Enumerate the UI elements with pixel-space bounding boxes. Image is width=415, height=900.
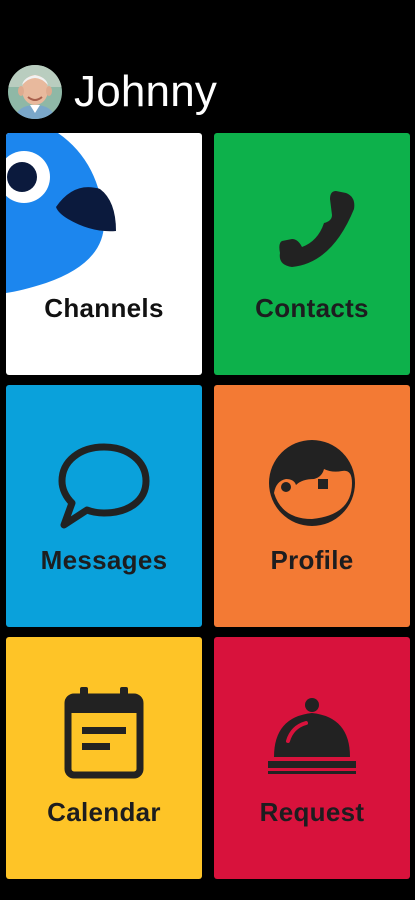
tile-label-request: Request [259,797,365,827]
service-bell-icon [268,698,356,774]
user-header: Johnny [8,64,217,120]
tile-messages[interactable]: Messages [6,385,202,627]
tile-label-messages: Messages [40,545,168,575]
tile-label-channels: Channels [44,293,164,323]
avatar[interactable] [8,65,62,119]
tile-profile[interactable]: Profile [214,385,410,627]
tile-request[interactable]: Request [214,637,410,879]
tile-contacts[interactable]: Contacts [214,133,410,375]
tile-calendar[interactable]: Calendar [6,637,202,879]
calendar-icon [64,687,144,779]
bird-icon [6,133,116,293]
face-icon [269,440,355,526]
app-tile-grid: Channels Contacts Messages Profile Calen… [6,133,410,879]
chat-bubble-icon [58,443,150,529]
tile-label-contacts: Contacts [255,293,369,323]
tile-channels[interactable]: Channels [6,133,202,375]
tile-label-profile: Profile [270,545,354,575]
phone-icon [279,191,355,267]
user-name: Johnny [74,67,218,116]
tile-label-calendar: Calendar [47,797,161,827]
